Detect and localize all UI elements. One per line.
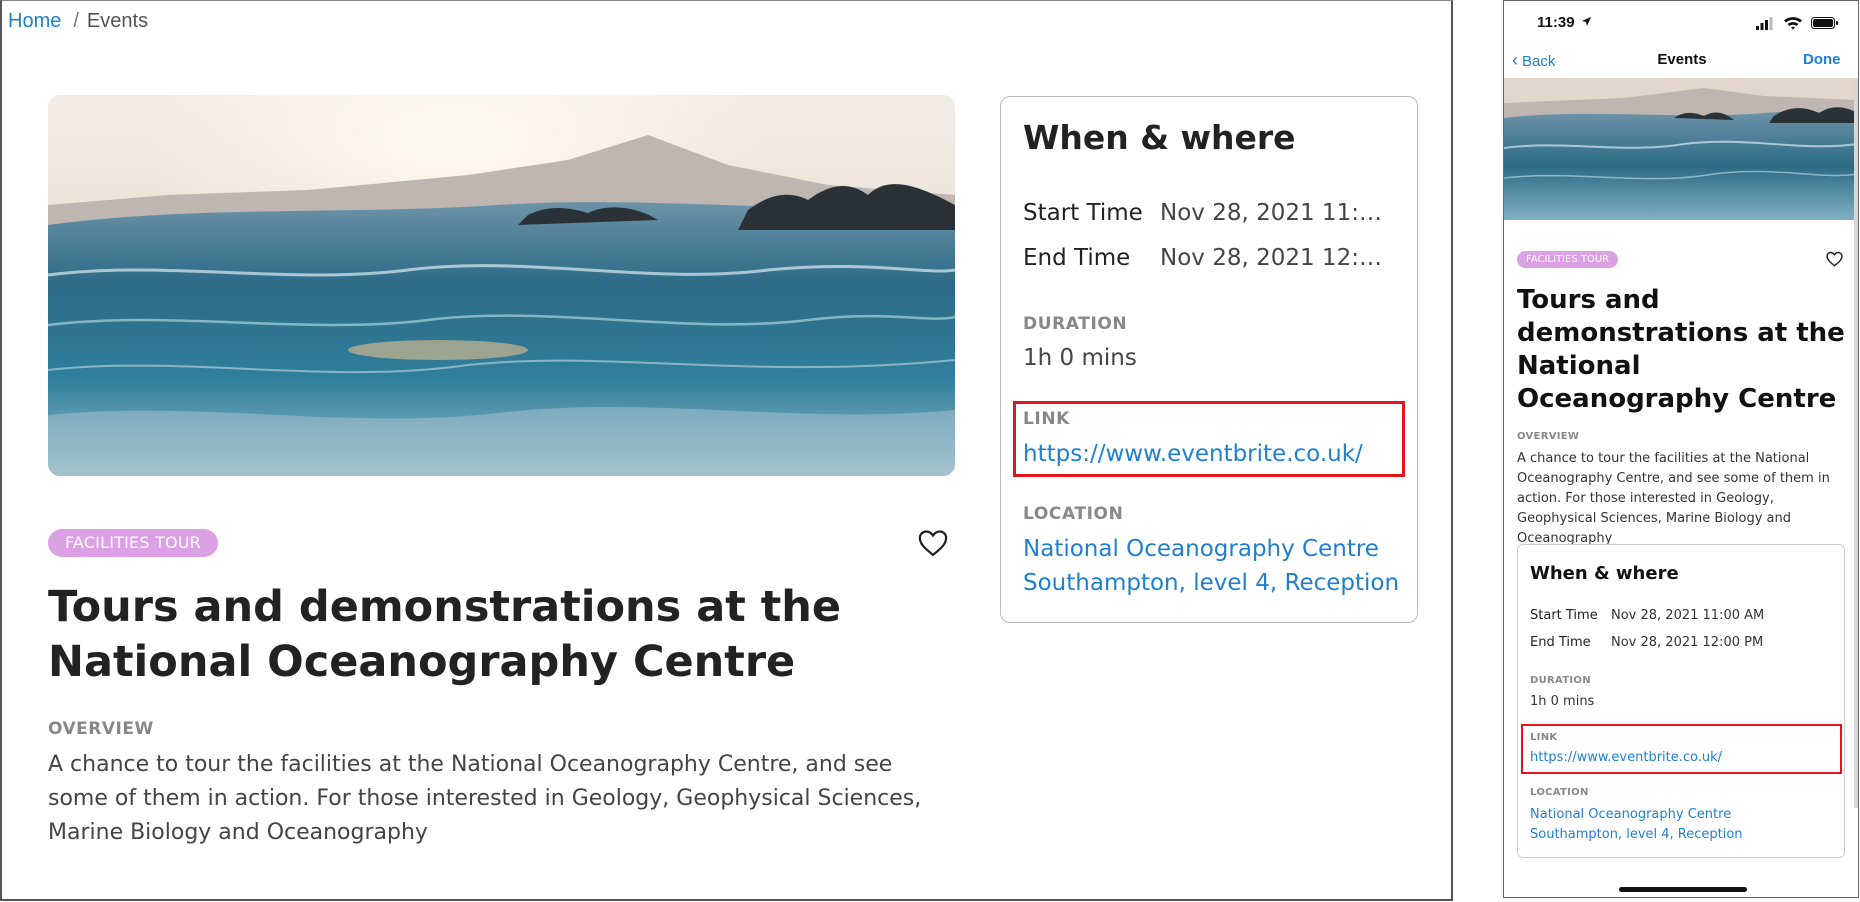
status-time: 11:39 bbox=[1537, 14, 1592, 31]
mobile-overview-text: A chance to tour the facilities at the N… bbox=[1517, 451, 1830, 546]
mobile-category-badge: FACILITIES TOUR bbox=[1517, 251, 1619, 268]
battery-icon bbox=[1811, 17, 1838, 29]
category-badge: FACILITIES TOUR bbox=[48, 529, 218, 557]
start-time-label: Start Time bbox=[1023, 200, 1143, 226]
end-time-label: End Time bbox=[1023, 245, 1131, 271]
scrollbar[interactable] bbox=[1854, 78, 1858, 808]
wifi-icon bbox=[1784, 17, 1802, 30]
mobile-overview-label: OVERVIEW bbox=[1517, 431, 1580, 442]
breadcrumb-separator: / bbox=[73, 10, 79, 32]
mobile-screen: 11:39 ‹ Back Events Done FACILITIES TOUR… bbox=[1503, 0, 1859, 898]
mobile-end-time-value: Nov 28, 2021 12:00 PM bbox=[1611, 635, 1764, 650]
location-link-line2[interactable]: Southampton, level 4, Reception bbox=[1023, 566, 1399, 600]
mobile-duration-value: 1h 0 mins bbox=[1530, 694, 1595, 709]
cellular-signal-icon bbox=[1756, 17, 1773, 30]
mobile-card-title: When & where bbox=[1530, 563, 1679, 584]
mobile-start-time-value: Nov 28, 2021 11:00 AM bbox=[1611, 608, 1765, 623]
mobile-hero-image bbox=[1504, 78, 1857, 220]
mobile-duration-label: DURATION bbox=[1530, 675, 1591, 686]
mobile-location-label: LOCATION bbox=[1530, 787, 1589, 798]
duration-label: DURATION bbox=[1023, 314, 1128, 334]
start-time-value: Nov 28, 2021 11:00 A... bbox=[1160, 200, 1395, 226]
link-highlight-box bbox=[1013, 401, 1405, 477]
mobile-favorite-heart-icon[interactable] bbox=[1826, 251, 1843, 267]
breadcrumb: Home / Events bbox=[8, 10, 148, 33]
overview-label: OVERVIEW bbox=[48, 719, 154, 739]
breadcrumb-home-link[interactable]: Home bbox=[8, 10, 61, 32]
mobile-event-title: Tours and demonstrations at the National… bbox=[1517, 285, 1845, 414]
location-link-line1[interactable]: National Oceanography Centre bbox=[1023, 532, 1379, 566]
event-title: Tours and demonstrations at the National… bbox=[48, 582, 842, 687]
favorite-heart-icon[interactable] bbox=[918, 529, 948, 557]
location-label: LOCATION bbox=[1023, 504, 1124, 524]
mobile-link-highlight-box bbox=[1521, 724, 1842, 774]
mobile-end-time-label: End Time bbox=[1530, 635, 1591, 650]
card-title: When & where bbox=[1023, 118, 1296, 157]
done-button[interactable]: Done bbox=[1803, 51, 1841, 68]
mobile-start-time-label: Start Time bbox=[1530, 608, 1598, 623]
overview-text: A chance to tour the facilities at the N… bbox=[48, 752, 922, 845]
breadcrumb-current: Events bbox=[86, 10, 149, 32]
status-icons bbox=[1756, 17, 1838, 30]
location-arrow-icon bbox=[1581, 16, 1591, 27]
home-indicator[interactable] bbox=[1619, 887, 1747, 892]
duration-value: 1h 0 mins bbox=[1023, 345, 1137, 371]
mobile-location-link[interactable]: National Oceanography Centre Southampton… bbox=[1530, 805, 1820, 845]
event-hero-image bbox=[48, 95, 955, 476]
end-time-value: Nov 28, 2021 12:00 P... bbox=[1160, 245, 1395, 271]
